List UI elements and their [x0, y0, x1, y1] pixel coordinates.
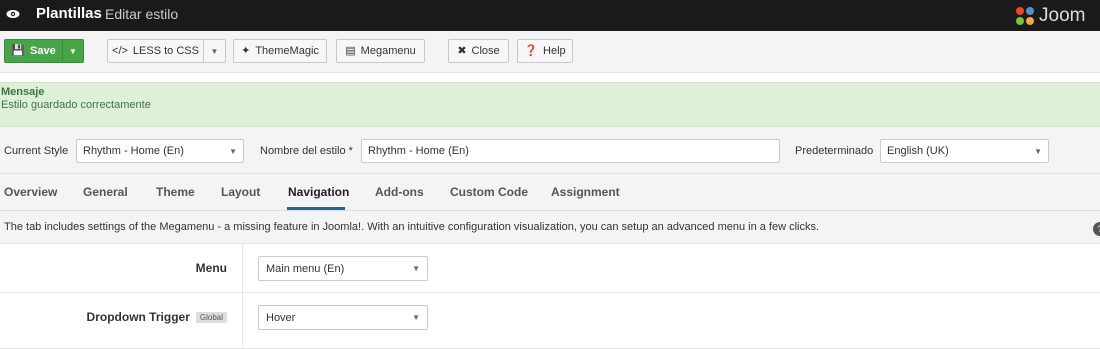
caret-down-icon: ▼ [412, 264, 420, 273]
close-button[interactable]: ✖ Close [448, 39, 509, 63]
joomla-logo: Joom [1014, 0, 1085, 31]
style-name-input[interactable]: Rhythm - Home (En) [361, 139, 780, 163]
tab-navigation[interactable]: Navigation [288, 185, 349, 199]
menu-select[interactable]: Main menu (En) ▼ [258, 256, 428, 281]
dropdown-trigger-select[interactable]: Hover ▼ [258, 305, 428, 330]
tab-bar: Overview General Theme Layout Navigation… [0, 174, 1100, 211]
page-title: Plantillas [36, 5, 102, 22]
thememagic-label: ThemeMagic [255, 45, 319, 57]
message-title: Mensaje [1, 86, 45, 98]
thememagic-button[interactable]: ✦ ThemeMagic [233, 39, 327, 63]
page-subtitle: Editar estilo [105, 6, 179, 22]
caret-down-icon: ▼ [412, 313, 420, 322]
form-column-divider [242, 244, 243, 349]
tab-assignment[interactable]: Assignment [551, 185, 620, 199]
eye-icon [6, 10, 20, 18]
tab-overview[interactable]: Overview [4, 185, 57, 199]
magic-wand-icon: ✦ [241, 44, 251, 57]
save-icon: 💾 [11, 44, 25, 57]
current-style-value: Rhythm - Home (En) [83, 145, 184, 157]
tab-layout[interactable]: Layout [221, 185, 260, 199]
success-message: Mensaje Estilo guardado correctamente [0, 82, 1100, 127]
tab-custom-code[interactable]: Custom Code [450, 185, 528, 199]
caret-down-icon: ▼ [229, 146, 237, 156]
default-label: Predeterminado [795, 145, 874, 157]
caret-down-icon: ▼ [1034, 146, 1042, 156]
menu-label: Menu [195, 261, 227, 275]
help-circle-icon[interactable]: ? [1093, 222, 1100, 236]
global-badge: Global [195, 312, 227, 324]
megamenu-label: Megamenu [360, 45, 416, 57]
dropdown-trigger-label: Dropdown Trigger [86, 310, 190, 324]
less-dropdown-button[interactable]: ▼ [203, 39, 226, 63]
help-label: Help [543, 45, 566, 57]
message-text: Estilo guardado correctamente [1, 99, 151, 111]
menu-value: Main menu (En) [266, 262, 345, 275]
style-name-label: Nombre del estilo * [260, 145, 353, 157]
dropdown-trigger-row: Dropdown Trigger Global Hover ▼ [0, 293, 1100, 349]
save-label: Save [30, 45, 56, 57]
caret-down-icon: ▼ [210, 46, 219, 56]
current-style-label: Current Style [4, 145, 69, 157]
save-button[interactable]: 💾 Save [4, 39, 63, 63]
code-icon: </> [112, 44, 128, 57]
close-label: Close [471, 45, 500, 57]
caret-down-icon: ▼ [69, 46, 77, 56]
style-name-value: Rhythm - Home (En) [368, 145, 469, 157]
megamenu-button[interactable]: ▤ Megamenu [336, 39, 425, 63]
tab-add-ons[interactable]: Add-ons [375, 185, 424, 199]
logo-text: Joom [1039, 4, 1086, 26]
save-dropdown-button[interactable]: ▼ [62, 39, 84, 63]
tab-description: The tab includes settings of the Megamen… [0, 211, 1100, 244]
default-language-select[interactable]: English (UK) ▼ [880, 139, 1049, 163]
default-language-value: English (UK) [887, 145, 949, 157]
tab-theme[interactable]: Theme [156, 185, 195, 199]
help-button[interactable]: ❓ Help [517, 39, 573, 63]
sitemap-icon: ▤ [345, 44, 356, 57]
joomla-logo-icon [1016, 6, 1034, 25]
active-tab-indicator [287, 207, 345, 210]
close-icon: ✖ [457, 44, 467, 57]
dropdown-trigger-value: Hover [266, 311, 296, 324]
toolbar: 💾 Save ▼ </> LESS to CSS ▼ ✦ ThemeMagic … [0, 31, 1100, 73]
top-header: Plantillas Editar estilo Joom [0, 0, 1100, 31]
less-to-css-button[interactable]: </> LESS to CSS [107, 39, 204, 63]
question-icon: ❓ [524, 44, 539, 57]
style-settings-row: Current Style Rhythm - Home (En) ▼ Nombr… [0, 127, 1100, 174]
tab-general[interactable]: General [83, 185, 128, 199]
menu-row: Menu Main menu (En) ▼ [0, 244, 1100, 293]
dropdown-trigger-label-group: Dropdown Trigger Global [87, 310, 227, 324]
current-style-select[interactable]: Rhythm - Home (En) ▼ [76, 139, 244, 163]
less-label: LESS to CSS [132, 45, 199, 57]
